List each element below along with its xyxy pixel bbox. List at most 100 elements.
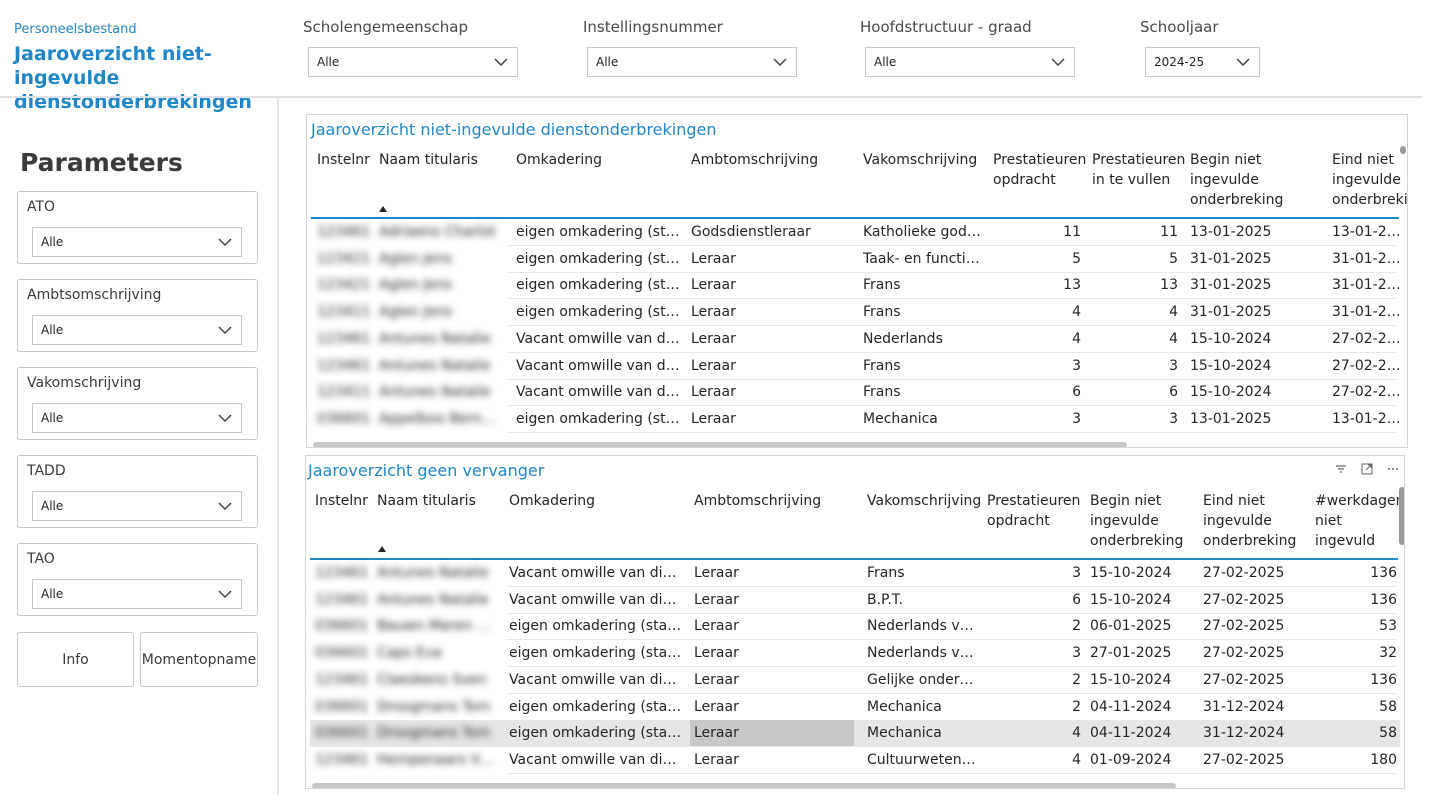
table-cell: eigen omkadering (stan... [509,645,684,662]
table-row[interactable]: 036601 Bauwn Maren Elke eigen omkadering (… [310,613,1400,640]
column-header[interactable]: Ambtomschrijving [691,150,851,170]
column-header[interactable]: Omkadering [509,491,684,511]
table-row[interactable]: 036601 Appelboo Bernard eigen omkadering (… [311,406,1402,433]
schooljaar-dropdown[interactable]: 2024-25 [1145,47,1260,77]
chevron-down-icon [218,238,232,247]
column-header[interactable]: Eind niet ingevulde onderbreking [1203,491,1303,551]
table-cell: 123461 [317,357,371,374]
table-cell: Antunes Natalie [377,565,489,581]
dropdown-value: Alle [874,55,897,69]
vertical-scrollbar[interactable] [1399,487,1404,545]
table-row[interactable]: 123461 Adriaens Charlot eigen omkadering (… [311,219,1402,246]
column-header[interactable]: Prestatieuren opdracht [993,150,1086,190]
table-cell: 2 [1072,698,1081,715]
column-header[interactable]: Vakomschrijving [867,491,981,511]
table-row[interactable]: 036601 Droogmans Tom eigen omkadering (sta… [310,720,1400,748]
sort-ascending-icon[interactable] [378,546,386,552]
table-cell: eigen omkadering (stan... [509,725,684,742]
table-cell: 6 [1072,384,1081,401]
filter-icon[interactable] [1334,461,1348,475]
table-cell: 180 [1370,751,1397,768]
table-cell: 3 [1072,645,1081,662]
hoofdstructuur-dropdown[interactable]: Alle [865,47,1075,77]
horizontal-scrollbar[interactable] [312,783,1176,788]
instellingsnummer-dropdown[interactable]: Alle [587,47,797,77]
table-cell: Frans [863,357,901,374]
table-cell: 4 [1072,751,1081,768]
tadd-dropdown[interactable]: Alle [32,491,242,521]
table-cell: 31-01-2025 [1332,250,1402,267]
table-row[interactable]: 036601 Droogmans Tom eigen omkadering (sta… [310,694,1400,721]
table-cell: 27-02-2025 [1332,357,1402,374]
table-row[interactable]: 123421 Aglen Jens eigen omkadering (sta...… [311,272,1402,299]
column-header[interactable]: Instelnr [317,150,372,170]
table-cell: Gelijke onderw... [867,671,979,688]
vakomschrijving-dropdown[interactable]: Alle [32,403,242,433]
table-cell: 5 [1169,250,1178,267]
table-cell: 27-01-2025 [1090,645,1172,662]
tao-dropdown[interactable]: Alle [32,579,242,609]
dropdown-value: Alle [596,55,619,69]
table-cell: 123461 [315,751,369,768]
table-cell: Leraar [694,591,739,608]
header-divider [0,96,1422,98]
table-cell: 4 [1072,725,1081,742]
ato-dropdown[interactable]: Alle [32,227,242,257]
table-cell: Cultuurwetens... [867,751,979,768]
dropdown-value: 2024-25 [1154,55,1205,69]
visual-header-icons [1334,461,1400,475]
table-cell: 01-09-2024 [1090,751,1172,768]
filter-scholengemeenschap: Scholengemeenschap [303,18,468,36]
table-row[interactable]: 123461 Claeskens Sven Vacant omwille van d… [310,667,1400,694]
table-cell: 136 [1370,565,1397,581]
param-tao: TAO Alle [17,543,258,616]
ambtsomschrijving-dropdown[interactable]: Alle [32,315,242,345]
table-cell: 4 [1169,330,1178,347]
focus-mode-icon[interactable] [1360,461,1374,475]
momentopname-button[interactable]: Momentopname [140,632,258,687]
table-cell: Vacant omwille van dien... [509,591,684,608]
table-cell: 27-02-2025 [1332,330,1402,347]
table-cell: Leraar [694,565,739,581]
column-header[interactable]: Ambtomschrijving [694,491,854,511]
column-header[interactable]: Begin niet ingevulde onderbreking [1190,150,1300,210]
column-header[interactable]: #werkdagen niet ingevuld [1315,491,1404,551]
table-row[interactable]: 123461 Antunes Natalie Vacant omwille van … [311,326,1402,353]
dropdown-value: Alle [41,499,64,513]
table-cell: 3 [1072,410,1081,427]
table-row[interactable]: 123461 Hempenaars Val... Vacant omwille va… [310,747,1400,774]
column-header[interactable]: Naam titularis [379,150,499,170]
table-cell: 31-01-2025 [1332,304,1402,321]
column-header[interactable]: Vakomschrijving [863,150,983,170]
table-cell: Vacant omwille van die... [516,384,681,401]
table-row[interactable]: 123461 Antunes Natalie Vacant omwille van … [310,587,1400,614]
sort-ascending-icon[interactable] [379,206,387,212]
table-row[interactable]: 123461 Antunes Natalie Vacant omwille van … [311,353,1402,380]
column-header[interactable]: Instelnr [315,491,370,511]
table-row[interactable]: 123461 Antunes Natalie Vacant omwille van … [310,560,1400,587]
column-header[interactable]: Begin niet ingevulde onderbreking [1090,491,1195,551]
vertical-scrollbar[interactable] [1400,146,1406,154]
scholengemeenschap-dropdown[interactable]: Alle [308,47,518,77]
more-options-icon[interactable] [1386,461,1400,475]
table-row[interactable]: 123411 Aglen Jens eigen omkadering (sta...… [311,299,1402,326]
param-label: Ambtsomschrijving [27,287,162,303]
table-row[interactable]: 123411 Antunes Natalie Vacant omwille van … [311,379,1402,406]
table-cell: Taak- en functie... [863,250,983,267]
column-header[interactable]: Prestatieuren in te vullen [1092,150,1185,190]
column-header[interactable]: Naam titularis [377,491,497,511]
table-row[interactable]: 123421 Aglen Jens eigen omkadering (sta...… [311,246,1402,273]
table-cell: Droogmans Tom [377,698,491,715]
horizontal-scrollbar[interactable] [313,442,1127,447]
info-button[interactable]: Info [17,632,134,687]
table-cell: 32 [1379,645,1397,662]
table-row[interactable]: 036601 Caps Eva eigen omkadering (stan... L… [310,640,1400,667]
column-header[interactable]: Omkadering [516,150,681,170]
column-header[interactable]: Eind niet ingevulde onderbreking [1332,150,1407,210]
table-cell: 4 [1072,330,1081,347]
table-cell: 036601 [317,410,371,427]
table-cell: 6 [1072,591,1081,608]
table-cell: Aglen Jens [379,250,453,267]
chevron-down-icon [1236,58,1250,67]
column-header[interactable]: Prestatieuren opdracht [987,491,1081,531]
